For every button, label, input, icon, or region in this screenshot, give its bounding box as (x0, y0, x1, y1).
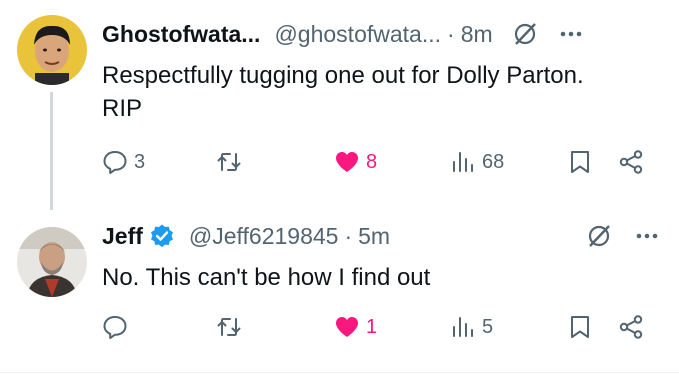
repost-icon (217, 153, 241, 171)
heart-icon (336, 317, 358, 337)
bookmark-button[interactable] (567, 149, 593, 175)
reply-button[interactable]: 3 (102, 149, 145, 175)
handle[interactable]: @ghostofwata... (274, 21, 441, 48)
share-icon (619, 315, 643, 339)
divider (0, 372, 679, 373)
views-button[interactable]: 5 (450, 314, 493, 340)
post-header: Ghostofwata... @ghostofwata... · 8m (102, 16, 661, 52)
reply-icon (103, 316, 127, 339)
post-text-line: No. This can't be how I find out (102, 264, 431, 291)
reply-icon (103, 151, 127, 174)
verified-badge-icon[interactable] (149, 223, 175, 249)
like-button[interactable]: 8 (334, 149, 377, 175)
more-icon[interactable] (633, 222, 661, 250)
bookmark-button[interactable] (567, 314, 593, 340)
more-icon[interactable] (557, 20, 585, 48)
handle[interactable]: @Jeff6219845 (189, 223, 339, 250)
views-count: 68 (482, 150, 505, 173)
post-text: Respectfully tugging one out for Dolly P… (102, 59, 659, 125)
post[interactable]: Jeff @Jeff6219845 · 5m No. This can't be… (0, 210, 679, 370)
post-text-line: RIP (102, 95, 143, 122)
reply-count: 3 (134, 150, 146, 173)
separator: · (344, 222, 353, 249)
like-count: 1 (366, 315, 378, 338)
like-count: 8 (366, 150, 378, 173)
post-header: Jeff @Jeff6219845 · 5m (102, 218, 661, 254)
grok-icon[interactable] (511, 20, 539, 48)
views-icon (453, 317, 473, 337)
separator: · (447, 20, 455, 47)
thread-line (50, 92, 53, 210)
timestamp[interactable]: 5m (358, 223, 390, 250)
share-button[interactable] (618, 314, 644, 340)
like-button[interactable]: 1 (334, 314, 377, 340)
repost-icon (217, 318, 241, 336)
action-bar: 3 8 68 (102, 146, 661, 178)
share-icon (619, 150, 643, 174)
views-button[interactable]: 68 (450, 149, 504, 175)
display-name[interactable]: Ghostofwata... (102, 21, 260, 48)
post-text-line: Respectfully tugging one out for Dolly P… (102, 62, 584, 89)
share-button[interactable] (618, 149, 644, 175)
display-name[interactable]: Jeff (102, 223, 143, 250)
heart-icon (336, 152, 358, 172)
timestamp[interactable]: 8m (461, 21, 493, 48)
repost-button[interactable] (216, 314, 248, 340)
post[interactable]: Ghostofwata... @ghostofwata... · 8m Resp… (0, 0, 679, 210)
views-icon (453, 152, 473, 172)
avatar[interactable] (17, 15, 87, 85)
post-text: No. This can't be how I find out (102, 261, 659, 294)
action-bar: 1 5 (102, 311, 661, 343)
bookmark-icon (571, 151, 589, 173)
grok-icon[interactable] (585, 222, 613, 250)
bookmark-icon (571, 316, 589, 338)
reply-button[interactable] (102, 314, 134, 340)
avatar[interactable] (17, 227, 87, 297)
repost-button[interactable] (216, 149, 248, 175)
views-count: 5 (482, 315, 494, 338)
